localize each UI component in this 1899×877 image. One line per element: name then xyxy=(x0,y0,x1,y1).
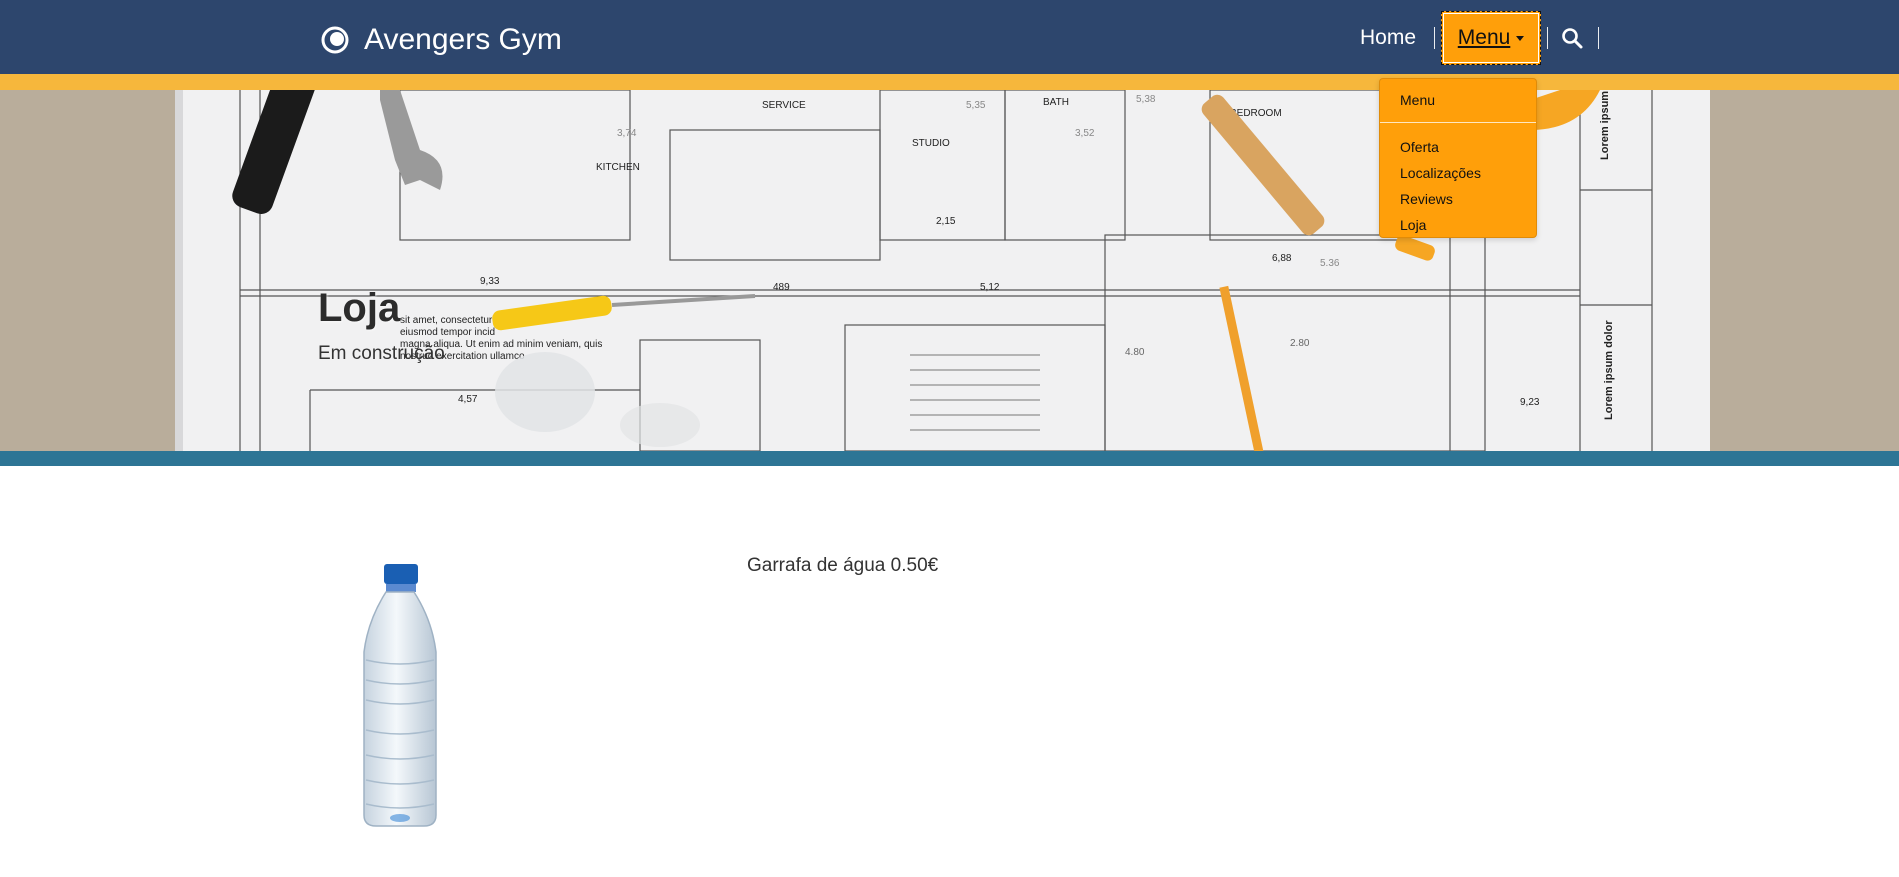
brand-name: Avengers Gym xyxy=(364,23,562,56)
navbar: Avengers Gym Home Menu xyxy=(0,0,1899,90)
brand[interactable]: Avengers Gym xyxy=(320,22,562,58)
blueprint-label-4-80: 4.80 xyxy=(1125,347,1145,358)
blueprint-label-4-57: 4,57 xyxy=(458,394,478,405)
product-description: Garrafa de água 0.50€ xyxy=(747,555,939,576)
blueprint-label-9-33: 9,33 xyxy=(480,276,500,287)
page-subtitle: Em construção xyxy=(318,343,445,364)
blueprint-label-3-74: 3,74 xyxy=(617,128,637,139)
menu-toggle-label: Menu xyxy=(1457,26,1511,49)
blueprint-label-5-12: 5,12 xyxy=(980,282,1000,293)
blueprint-label-lorem-ipsum-dolor: Lorem ipsum dolor xyxy=(1603,320,1615,420)
search-icon[interactable] xyxy=(1560,26,1584,50)
blueprint-label-3-52: 3,52 xyxy=(1075,128,1095,139)
nav-separator xyxy=(1547,27,1549,49)
navbar-accent-stripe xyxy=(0,74,1899,90)
blueprint-background-image: SERVICE BATH BEDROOM KITCHEN STUDIO 2,15… xyxy=(175,90,1710,451)
nav-links: Home Menu xyxy=(1340,10,1600,66)
water-bottle-image[interactable] xyxy=(352,560,448,832)
blueprint-label-service: SERVICE xyxy=(762,100,806,111)
dropdown-item-reviews[interactable]: Reviews xyxy=(1380,186,1536,212)
nav-home-link[interactable]: Home xyxy=(1340,26,1434,50)
blueprint-label-studio: STUDIO xyxy=(912,138,950,149)
blueprint-label-5-38: 5,38 xyxy=(1136,94,1156,105)
page-title: Loja xyxy=(318,286,401,330)
blueprint-label-489: 489 xyxy=(773,282,790,293)
blueprint-text-line-2: eiusmod tempor incid xyxy=(400,327,495,338)
blueprint-label-lorem-ipsum: Lorem ipsum xyxy=(1599,91,1611,160)
blueprint-label-5-35: 5,35 xyxy=(966,100,986,111)
dropdown-header-menu[interactable]: Menu xyxy=(1380,87,1536,113)
blueprint-text-line-1: sit amet, consectetur xyxy=(400,315,493,326)
dropdown-divider xyxy=(1380,122,1536,123)
dropdown-item-localizacoes[interactable]: Localizações xyxy=(1380,160,1536,186)
ring-logo-icon xyxy=(321,26,349,54)
blueprint-label-9-23: 9,23 xyxy=(1520,397,1540,408)
blueprint-label-kitchen: KITCHEN xyxy=(596,162,640,173)
dropdown-item-loja[interactable]: Loja xyxy=(1380,212,1536,238)
menu-dropdown-toggle[interactable]: Menu xyxy=(1441,11,1542,65)
blueprint-label-2-15: 2,15 xyxy=(936,216,956,227)
nav-separator xyxy=(1598,27,1600,49)
hero-banner: SERVICE BATH BEDROOM KITCHEN STUDIO 2,15… xyxy=(0,90,1899,451)
blueprint-label-6-88: 6,88 xyxy=(1272,253,1292,264)
menu-dropdown: Menu Oferta Localizações Reviews Loja xyxy=(1379,78,1537,238)
hero-bottom-bar xyxy=(0,451,1899,466)
nav-separator xyxy=(1434,27,1436,49)
caret-down-icon xyxy=(1516,35,1525,41)
blueprint-label-2-80: 2.80 xyxy=(1290,338,1310,349)
dropdown-item-oferta[interactable]: Oferta xyxy=(1380,134,1536,160)
blueprint-label-bath: BATH xyxy=(1043,97,1069,108)
blueprint-label-5-36: 5.36 xyxy=(1320,258,1340,269)
